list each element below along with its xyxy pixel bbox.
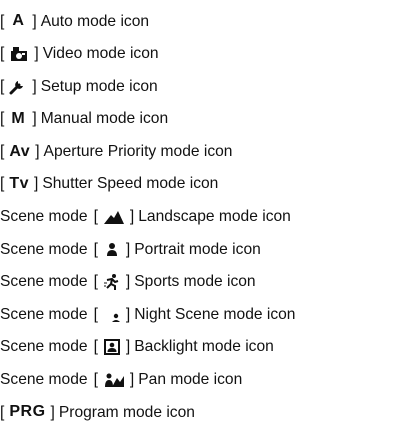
item-prefix: Scene mode [0, 371, 88, 389]
open-bracket: [ [0, 45, 5, 63]
item-prefix: Scene mode [0, 305, 88, 323]
manual-mode-icon: M [11, 110, 26, 128]
list-item: Scene mode [ ] Night Scene mode icon [0, 298, 399, 331]
open-bracket: [ [93, 208, 98, 226]
close-bracket: ] [125, 338, 131, 356]
open-bracket: [ [0, 77, 5, 95]
item-label: Pan mode icon [138, 371, 243, 389]
close-bracket: ] [50, 403, 55, 421]
close-bracket: ] [129, 208, 135, 226]
list-item: [ Av ] Aperture Priority mode icon [0, 135, 399, 168]
item-prefix: Scene mode [0, 338, 88, 356]
open-bracket: [ [93, 338, 98, 356]
item-prefix: Scene mode [0, 240, 88, 258]
close-bracket: ] [125, 273, 131, 291]
list-item: Scene mode [ ] Backlight mode icon [0, 331, 399, 364]
close-bracket: ] [32, 12, 37, 30]
item-label: Auto mode icon [40, 12, 150, 30]
pan-mode-icon [101, 370, 127, 390]
open-bracket: [ [0, 403, 5, 421]
close-bracket: ] [125, 240, 131, 258]
close-bracket: ] [32, 110, 37, 128]
item-label: Aperture Priority mode icon [43, 142, 233, 160]
list-item: Scene mode [ ] Sports mode icon [0, 266, 399, 299]
mode-icon-list: [ A ] Auto mode icon [ ] Video mode icon… [0, 0, 399, 429]
list-item: [ PRG ] Program mode icon [0, 396, 399, 429]
shutter-speed-mode-icon: Tv [9, 175, 30, 193]
item-label: Manual mode icon [40, 110, 169, 128]
item-label: Shutter Speed mode icon [42, 175, 219, 193]
list-item: [ ] Setup mode icon [0, 70, 399, 103]
setup-mode-icon [7, 76, 29, 96]
open-bracket: [ [93, 371, 98, 389]
landscape-mode-icon [101, 207, 127, 227]
open-bracket: [ [93, 305, 98, 323]
list-item: Scene mode [ ] Portrait mode icon [0, 233, 399, 266]
open-bracket: [ [93, 240, 98, 258]
aperture-priority-mode-icon: Av [9, 142, 31, 160]
item-prefix: Scene mode [0, 273, 88, 291]
auto-mode-icon: A [12, 12, 25, 30]
night-scene-mode-icon [101, 305, 123, 325]
sports-mode-icon [101, 272, 123, 292]
item-label: Backlight mode icon [134, 338, 274, 356]
close-bracket: ] [125, 305, 131, 323]
open-bracket: [ [93, 273, 98, 291]
list-item: [ ] Video mode icon [0, 38, 399, 71]
video-mode-icon [7, 44, 31, 64]
list-item: [ Tv ] Shutter Speed mode icon [0, 168, 399, 201]
program-mode-icon: PRG [9, 403, 46, 421]
portrait-mode-icon [101, 239, 123, 259]
item-label: Sports mode icon [134, 273, 256, 291]
backlight-mode-icon [101, 337, 123, 357]
open-bracket: [ [0, 175, 5, 193]
close-bracket: ] [35, 142, 40, 160]
close-bracket: ] [34, 175, 39, 193]
list-item: Scene mode [ ] Pan mode icon [0, 364, 399, 397]
item-prefix: Scene mode [0, 208, 88, 226]
item-label: Night Scene mode icon [134, 305, 296, 323]
open-bracket: [ [0, 12, 5, 30]
item-label: Program mode icon [58, 403, 195, 421]
open-bracket: [ [0, 110, 5, 128]
item-label: Landscape mode icon [138, 208, 291, 226]
item-label: Setup mode icon [40, 77, 158, 95]
list-item: Scene mode [ ] Landscape mode icon [0, 201, 399, 234]
close-bracket: ] [34, 45, 39, 63]
close-bracket: ] [129, 371, 135, 389]
list-item: [ A ] Auto mode icon [0, 5, 399, 38]
item-label: Video mode icon [42, 45, 159, 63]
close-bracket: ] [32, 77, 37, 95]
open-bracket: [ [0, 142, 5, 160]
item-label: Portrait mode icon [134, 240, 261, 258]
list-item: [ M ] Manual mode icon [0, 103, 399, 136]
